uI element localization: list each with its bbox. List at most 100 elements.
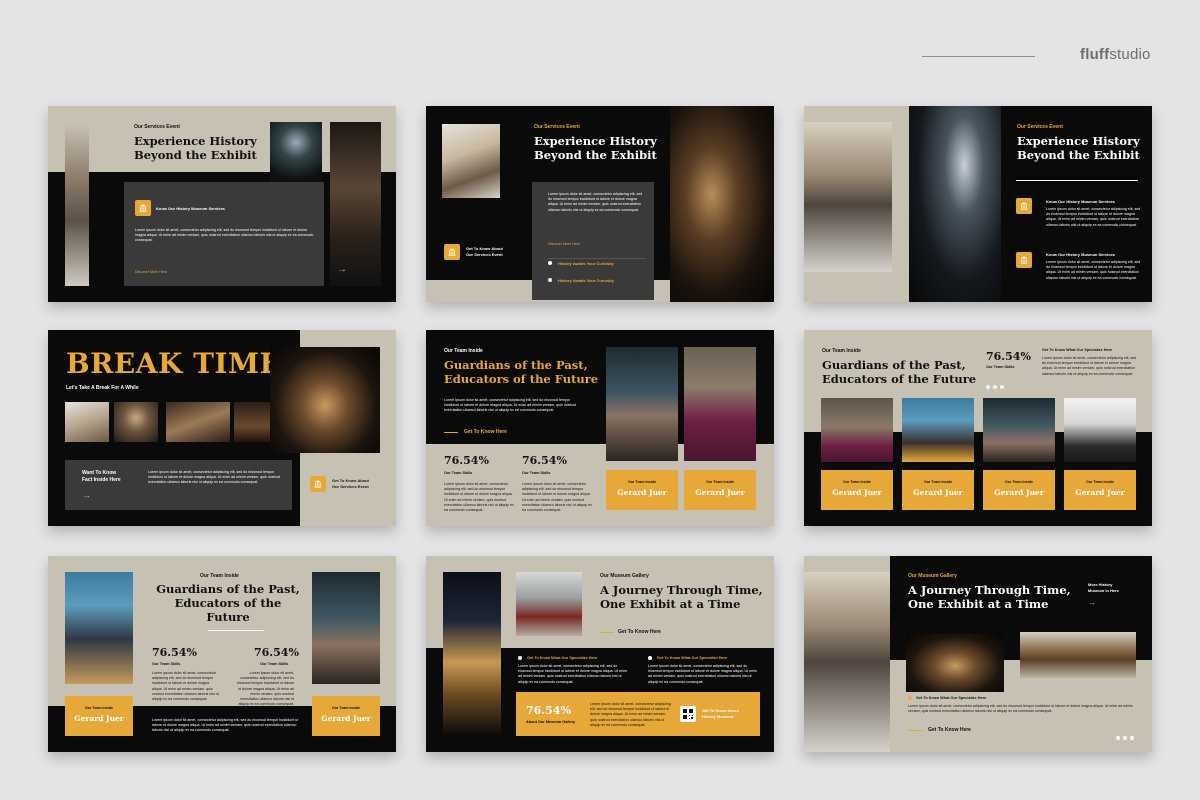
museum-icon	[1016, 252, 1032, 268]
visitor-photo	[330, 122, 381, 286]
slide-4[interactable]: BREAK TIME Let's Take A Break For A Whil…	[48, 330, 396, 526]
museum-icon[interactable]	[444, 244, 460, 260]
slide-title: A Journey Through Time, One Exhibit at a …	[908, 583, 1071, 611]
column-heading: Get To Know What Our Specialize Here	[527, 656, 598, 660]
discover-link[interactable]: Discover More Here	[548, 242, 580, 247]
specialize-heading: Get To Know What Our Specialize Here	[916, 696, 987, 700]
slide-title: Experience History Beyond the Exhibit	[134, 134, 257, 162]
team-member-photo	[821, 398, 893, 462]
team-member-photo	[684, 347, 756, 461]
skill-percent: 76.54%	[522, 454, 567, 467]
skill-label: Our Team Skills	[986, 365, 1015, 369]
team-member-photo	[983, 398, 1055, 462]
arrow-right-icon[interactable]: →	[82, 490, 91, 500]
team-card[interactable]: Our Team Inside Gerard Juer	[606, 470, 678, 510]
slide-1[interactable]: Our Services Event Experience History Bey…	[48, 106, 396, 302]
list-item: Know Our History Museum Services	[1046, 252, 1115, 257]
gallery-busts-photo	[270, 347, 380, 453]
statue-photo	[114, 402, 158, 442]
fact-label: Want To Know Fact Inside Here	[82, 470, 121, 483]
slide-title: Guardians of the Past, Educators of the F…	[444, 358, 599, 386]
team-card[interactable]: Our Team Inside Gerard Juer	[902, 470, 974, 510]
arrow-right-icon[interactable]: →	[337, 264, 347, 275]
bullet-icon	[648, 656, 652, 660]
skill-text: Lorem ipsum dolor sit amet, consectetur …	[522, 482, 592, 513]
team-member-photo	[606, 347, 678, 461]
list-item: Know Our History Museum Services	[1046, 199, 1115, 204]
eyebrow: Our Team Inside	[822, 348, 861, 354]
museum-hall-photo	[804, 572, 890, 752]
cta-label[interactable]: Get To Know About History Museum	[702, 708, 739, 719]
team-card[interactable]: Our Team Inside Gerard Juer	[983, 470, 1055, 510]
team-member-photo	[312, 572, 380, 684]
more-history-label[interactable]: More History Museum In Here	[1088, 582, 1119, 593]
team-card[interactable]: Our Team Inside Gerard Juer	[65, 696, 133, 736]
eyebrow: Our Services Event	[134, 124, 180, 130]
cta-label[interactable]: Get To Know About Our Services Event	[466, 246, 503, 257]
skill-percent: 76.54%	[254, 646, 299, 659]
eyebrow: Our Team Inside	[200, 573, 239, 579]
banner-text: Lorem ipsum dolor sit amet, consectetur …	[590, 702, 671, 727]
museum-hall-photo	[804, 122, 892, 272]
slide-7[interactable]: Our Team Inside Guardians of the Past, Ed…	[48, 556, 396, 752]
get-to-know-link[interactable]: Get To Know Here	[928, 727, 971, 733]
bust-photo	[65, 402, 109, 442]
slide-3[interactable]: Our Services Event Experience History Bey…	[804, 106, 1152, 302]
chandelier-hall-photo	[909, 106, 1001, 302]
slide-title: A Journey Through Time, One Exhibit at a …	[600, 583, 763, 611]
skill-label: Our Team Skills	[444, 471, 473, 475]
pagination-dots[interactable]	[1116, 727, 1137, 745]
slide-9[interactable]: Our Museum Gallery A Journey Through Tim…	[804, 556, 1152, 752]
discover-link[interactable]: Discover More Here	[135, 270, 167, 275]
museum-hall-photo	[65, 122, 89, 286]
fact-text: Lorem ipsum dolor sit amet, consectetur …	[148, 470, 280, 485]
slide-title: Experience History Beyond the Exhibit	[534, 134, 657, 162]
skill-label: Our Team Skills	[260, 662, 289, 666]
bust-photo	[442, 124, 500, 198]
skill-text: Lorem ipsum dolor sit amet, consectetur …	[152, 671, 219, 702]
qr-code-icon[interactable]	[680, 706, 696, 722]
item-text: Lorem ipsum dolor sit amet, consectetur …	[1046, 260, 1141, 280]
slide-5[interactable]: Our Team Inside Guardians of the Past, Ed…	[426, 330, 774, 526]
louvre-night-photo	[443, 572, 501, 736]
brand-logo: fluffstudio	[1080, 46, 1151, 63]
arrow-right-icon[interactable]: →	[1088, 598, 1096, 607]
column-heading: Get To Know What Our Specialize Here	[657, 656, 728, 660]
eyebrow: Our Team Inside	[444, 348, 483, 354]
specialize-link[interactable]: Get To Know What Our Specialize Here	[1042, 348, 1112, 352]
gallery-busts-photo	[906, 634, 1004, 692]
team-member-photo	[65, 572, 133, 684]
skill-text: Lorem ipsum dolor sit amet, consectetur …	[444, 482, 514, 513]
gallery-busts-photo	[670, 106, 774, 302]
gallery-percent: 76.54%	[526, 704, 571, 717]
cta-label[interactable]: Get To Know About Our Services Event	[332, 478, 369, 489]
card-label: Know Our History Museum Services	[156, 206, 225, 211]
card-text: Lorem ipsum dolor sit amet, consectetur …	[548, 192, 643, 212]
column-text: Lorem ipsum dolor sit amet, consectetur …	[518, 664, 627, 684]
item-text: Lorem ipsum dolor sit amet, consectetur …	[908, 704, 1133, 714]
skill-percent: 76.54%	[444, 454, 489, 467]
get-to-know-link[interactable]: Get To Know Here	[464, 429, 507, 435]
museum-icon[interactable]	[310, 476, 326, 492]
slide-title: Experience History Beyond the Exhibit	[1017, 134, 1140, 162]
team-card[interactable]: Our Team Inside Gerard Juer	[684, 470, 756, 510]
team-member-photo	[1064, 398, 1136, 462]
card-text: Lorem ipsum dolor sit amet, consectetur …	[135, 228, 314, 243]
team-card[interactable]: Our Team Inside Gerard Juer	[312, 696, 380, 736]
slide-8[interactable]: Our Museum Gallery A Journey Through Tim…	[426, 556, 774, 752]
bullet-icon	[548, 261, 552, 265]
skill-text: Lorem ipsum dolor sit amet, consectetur …	[237, 671, 294, 707]
slide-6[interactable]: Our Team Inside Guardians of the Past, Ed…	[804, 330, 1152, 526]
museum-icon	[1016, 198, 1032, 214]
skill-percent: 76.54%	[986, 350, 1031, 363]
slide-title: Guardians of the Past, Educators of the F…	[822, 358, 977, 386]
gallery-hall-photo	[516, 572, 582, 636]
get-to-know-link[interactable]: Get To Know Here	[618, 629, 661, 635]
team-card[interactable]: Our Team Inside Gerard Juer	[1064, 470, 1136, 510]
skill-label: Our Team Skills	[152, 662, 181, 666]
pagination-dots[interactable]	[986, 376, 1007, 394]
team-card[interactable]: Our Team Inside Gerard Juer	[821, 470, 893, 510]
eyebrow: Our Services Event	[1017, 124, 1063, 130]
slide-2[interactable]: Our Services Event Experience History Bey…	[426, 106, 774, 302]
skill-label: Our Team Skills	[522, 471, 551, 475]
